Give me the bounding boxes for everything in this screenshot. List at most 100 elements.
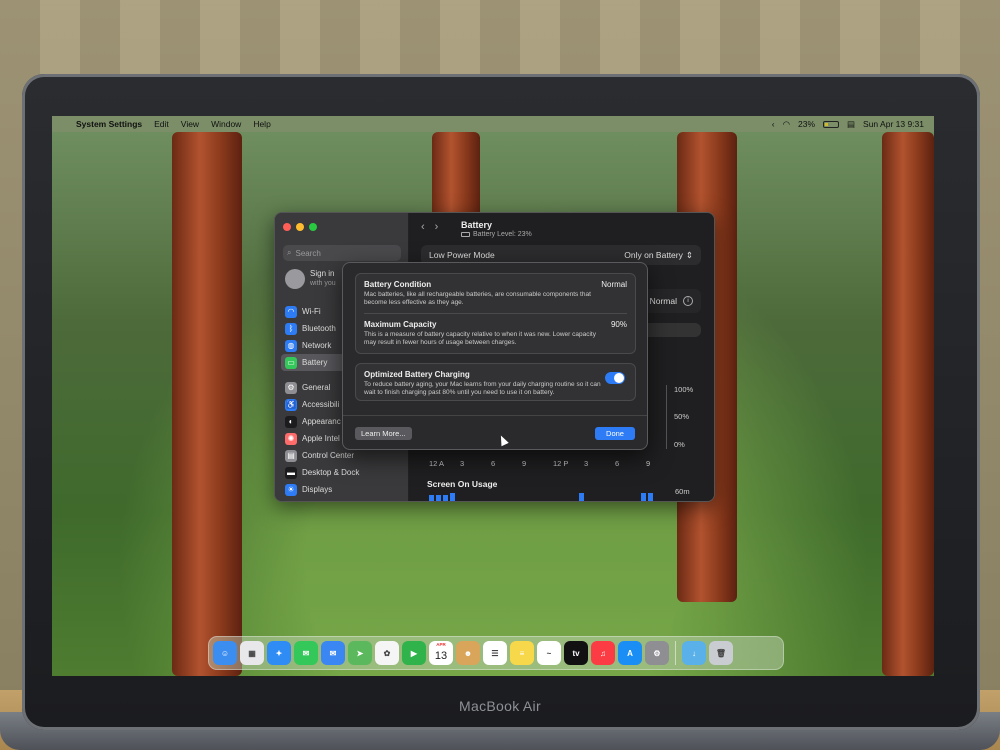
search-icon: ⌕ — [287, 248, 292, 257]
select-chevron-icon: ⇕ — [685, 249, 693, 260]
battery-condition-description: Mac batteries, like all rechargeable bat… — [364, 291, 591, 306]
app-store-icon[interactable]: A — [618, 641, 642, 665]
safari-icon[interactable]: ✦ — [267, 641, 291, 665]
control-center-status-icon[interactable]: ▤ — [847, 119, 855, 130]
freeform-icon[interactable]: ~ — [537, 641, 561, 665]
wifi-status-icon[interactable]: ◠ — [783, 119, 790, 130]
battery-condition-title: Battery Condition — [364, 280, 432, 289]
optimized-charging-toggle[interactable] — [605, 372, 625, 384]
sidebar-item-label: Control Center — [302, 451, 355, 460]
optimized-charging-description: To reduce battery aging, your Mac learns… — [364, 381, 601, 396]
close-window-button[interactable] — [283, 223, 291, 231]
x-axis-label: 6 — [615, 459, 620, 468]
accessibility-icon: ♿ — [285, 398, 297, 411]
sidebar-item-label: Apple Intel — [302, 434, 340, 443]
system-settings-icon[interactable]: ⚙ — [645, 641, 669, 665]
search-field[interactable]: ⌕ Search — [283, 245, 401, 261]
menu-app-name[interactable]: System Settings — [76, 119, 142, 129]
control-center-icon: ▤ — [285, 449, 297, 462]
low-power-mode-select[interactable]: Only on Battery — [624, 250, 683, 260]
contacts-icon[interactable]: ☻ — [456, 641, 480, 665]
tree-trunk — [172, 132, 242, 676]
menu-help[interactable]: Help — [253, 119, 270, 129]
minimize-window-button[interactable] — [296, 223, 304, 231]
learn-more-button[interactable]: Learn More... — [355, 427, 412, 440]
appearance-icon: ◐ — [285, 415, 297, 428]
maximum-capacity-item: Maximum Capacity 90% This is a measure o… — [364, 320, 627, 347]
account-signin[interactable]: Sign in with you — [285, 269, 336, 289]
maximum-capacity-description: This is a measure of battery capacity re… — [364, 331, 596, 346]
usage-bar — [436, 495, 441, 501]
reminders-icon[interactable]: ☰ — [483, 641, 507, 665]
done-button[interactable]: Done — [595, 427, 635, 440]
maximum-capacity-value: 90% — [610, 320, 627, 329]
x-axis-label: 3 — [584, 459, 589, 468]
usage-chart — [427, 491, 667, 501]
battery-health-sheet: Battery Condition Normal Mac batteries, … — [342, 262, 648, 450]
finder-icon[interactable]: ☺ — [213, 641, 237, 665]
battery-level-text: Battery Level: 23% — [473, 231, 532, 238]
maximum-capacity-title: Maximum Capacity — [364, 320, 437, 329]
forward-chevron-icon[interactable]: › — [435, 221, 439, 233]
battery-condition-value: Normal — [601, 280, 627, 289]
tree-trunk — [882, 132, 934, 676]
sidebar-item-displays[interactable]: ☀ Displays — [281, 481, 403, 498]
display-icon: ☀ — [285, 483, 297, 496]
photos-icon[interactable]: ✿ — [375, 641, 399, 665]
battery-status-icon[interactable] — [823, 120, 839, 128]
optimized-charging-item: Optimized Battery Charging To reduce bat… — [364, 370, 627, 397]
launchpad-icon[interactable]: ▦ — [240, 641, 264, 665]
sidebar-item-label: General — [302, 383, 331, 392]
zoom-window-button[interactable] — [309, 223, 317, 231]
music-icon[interactable]: ♫ — [591, 641, 615, 665]
usage-bar — [648, 493, 653, 501]
battery-percent[interactable]: 23% — [798, 119, 815, 129]
divider — [343, 415, 647, 416]
screen: System Settings Edit View Window Help ‹ … — [52, 116, 934, 676]
globe-icon: ◍ — [285, 339, 297, 352]
x-axis-label: 12 P — [553, 459, 569, 468]
sidebar-item-label: Bluetooth — [302, 324, 336, 333]
sidebar-item-label: Appearanc — [302, 417, 341, 426]
x-axis-label: 9 — [522, 459, 527, 468]
health-info-group: Battery Condition Normal Mac batteries, … — [355, 273, 636, 354]
usage-bar — [450, 493, 455, 501]
messages-icon[interactable]: ✉ — [294, 641, 318, 665]
notes-icon[interactable]: ≡ — [510, 641, 534, 665]
account-subtitle: with you — [310, 280, 336, 287]
trash-icon[interactable]: 🗑 — [709, 641, 733, 665]
menu-datetime[interactable]: Sun Apr 13 9:31 — [863, 119, 924, 129]
chevron-left-icon[interactable]: ‹ — [772, 119, 775, 129]
laptop-brand-label: MacBook Air — [459, 698, 541, 714]
sidebar-item-label: Network — [302, 341, 332, 350]
apple-tv-icon[interactable]: tv — [564, 641, 588, 665]
optimized-charging-title: Optimized Battery Charging — [364, 370, 470, 379]
facetime-icon[interactable]: ▶ — [402, 641, 426, 665]
sidebar-item-label: Desktop & Dock — [302, 468, 360, 477]
x-axis-label: 9 — [646, 459, 651, 468]
wifi-icon: ◠ — [285, 305, 297, 318]
x-axis-label: 12 A — [429, 459, 445, 468]
y-label-100: 100% — [674, 385, 694, 394]
menu-edit[interactable]: Edit — [154, 119, 169, 129]
back-chevron-icon[interactable]: ‹ — [421, 221, 425, 233]
chart-x-axis: 12 A 3 6 9 12 P 3 6 9 — [429, 459, 677, 468]
sidebar-item-desktop-dock[interactable]: ▬ Desktop & Dock — [281, 464, 403, 481]
bluetooth-icon: ᛒ — [285, 322, 297, 335]
usage-bar — [443, 495, 448, 501]
calendar-icon[interactable]: APR 13 — [429, 641, 453, 665]
battery-level-line: Battery Level: 23% — [461, 231, 532, 238]
mail-icon[interactable]: ✉ — [321, 641, 345, 665]
downloads-folder-icon[interactable]: ↓ — [682, 641, 706, 665]
pane-title: Battery — [461, 220, 493, 230]
menu-window[interactable]: Window — [211, 119, 241, 129]
info-button[interactable]: i — [683, 296, 693, 306]
divider — [364, 313, 627, 314]
menu-view[interactable]: View — [181, 119, 199, 129]
calendar-month: APR — [436, 642, 446, 647]
sidebar-item-label: Battery — [302, 358, 328, 367]
maps-icon[interactable]: ➤ — [348, 641, 372, 665]
y-label-50: 50% — [674, 412, 690, 421]
dock-separator — [675, 641, 676, 665]
x-axis-label: 3 — [460, 459, 465, 468]
